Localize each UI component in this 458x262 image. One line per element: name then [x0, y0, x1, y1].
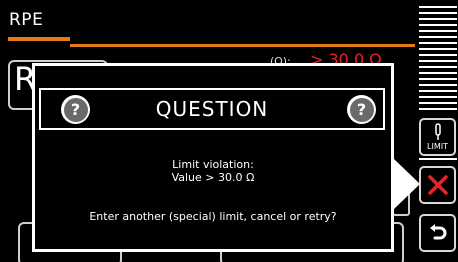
dialog-message-line3: Enter another (special) limit, cancel or…	[89, 210, 337, 223]
dialog-header: ? QUESTION ?	[39, 88, 385, 130]
question-icon: ?	[61, 95, 90, 124]
dialog-message-line1: Limit violation:	[172, 158, 254, 171]
question-dialog: ? QUESTION ? Limit violation: Value > 30…	[32, 63, 394, 252]
close-icon	[427, 175, 448, 195]
screen: RPE R (Ω): > 30.0 Ω LIMIT ? QUESTION ? L…	[0, 0, 458, 262]
retry-button[interactable]	[419, 214, 456, 252]
undo-icon	[429, 224, 446, 240]
dialog-message-line2: Value > 30.0 Ω	[171, 171, 255, 184]
page-title: RPE	[9, 10, 44, 30]
header-divider	[70, 44, 415, 47]
probe-icon	[434, 123, 441, 140]
scroll-hatch-bottom	[419, 158, 457, 164]
scroll-hatch-top	[419, 6, 457, 110]
dialog-title: QUESTION	[155, 97, 269, 121]
cancel-button[interactable]	[419, 166, 456, 204]
question-icon: ?	[347, 95, 376, 124]
limit-button[interactable]: LIMIT	[419, 118, 456, 156]
tab-indicator	[8, 37, 70, 41]
limit-button-label: LIMIT	[427, 142, 448, 151]
